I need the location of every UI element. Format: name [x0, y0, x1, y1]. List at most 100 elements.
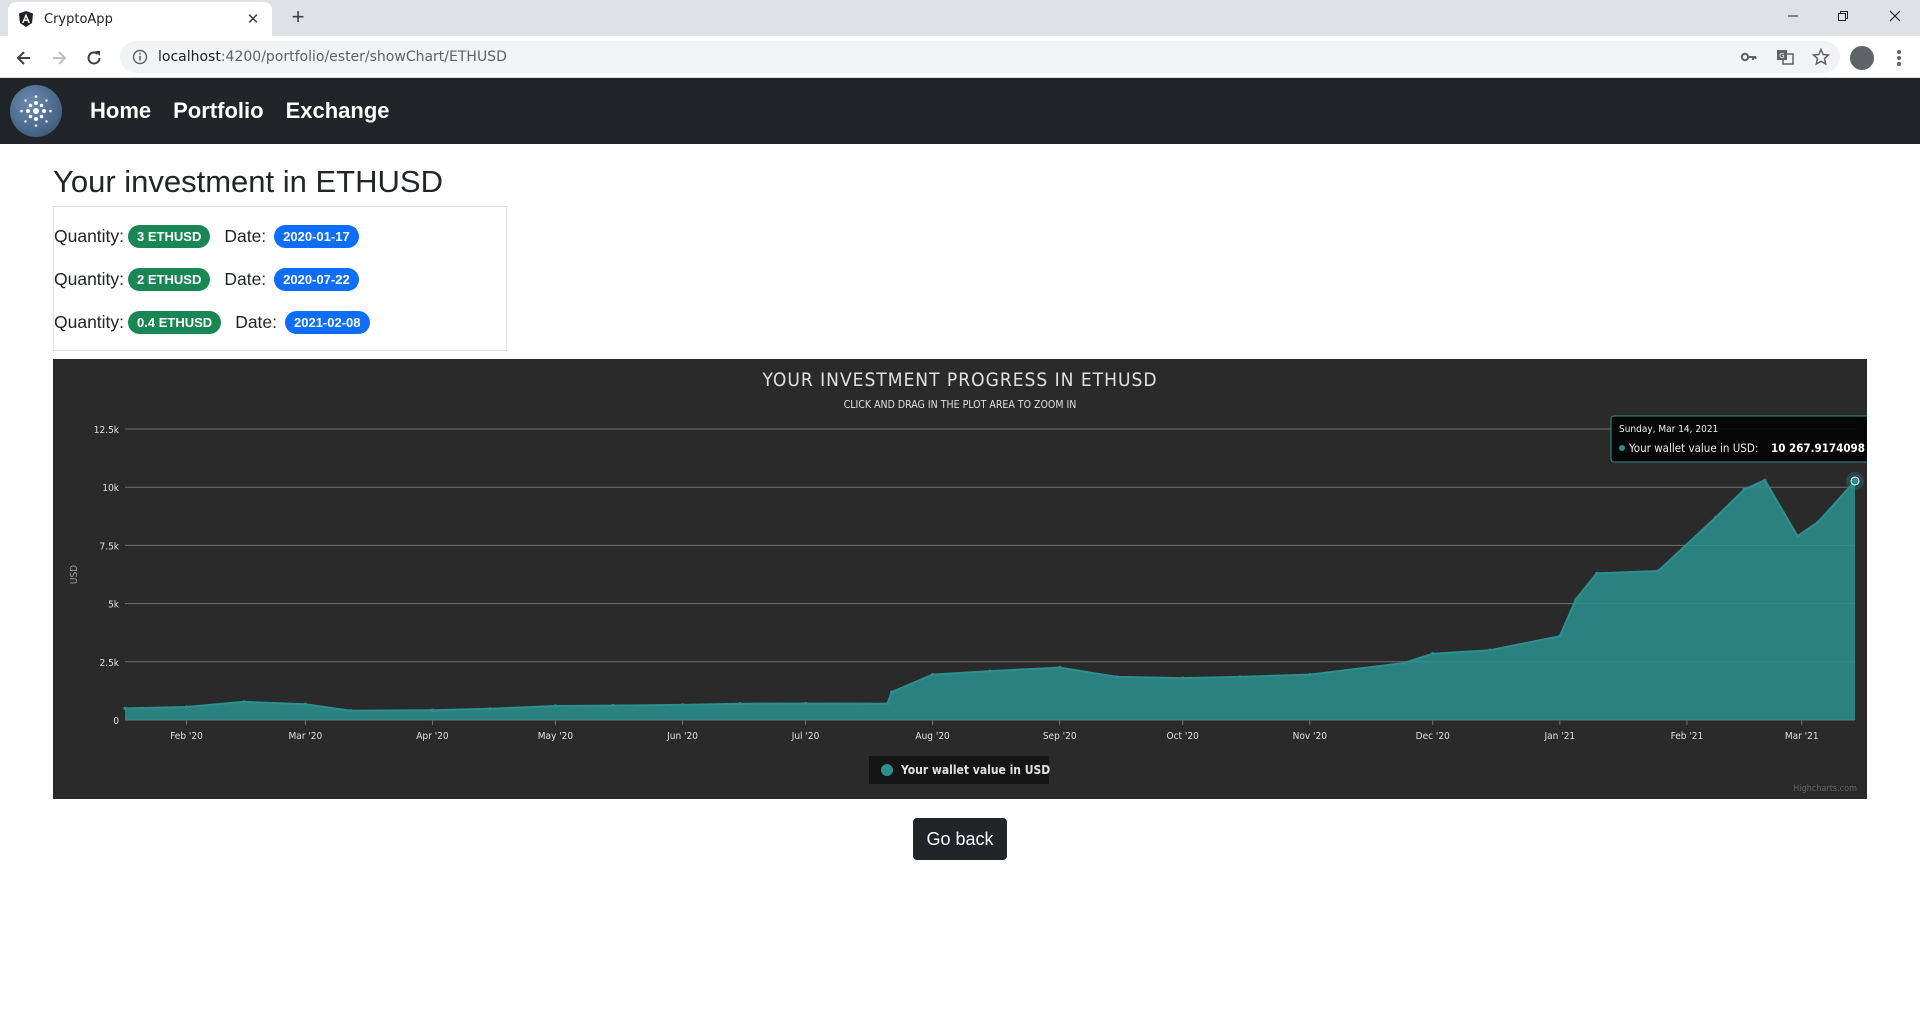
y-tick-label: 10k: [102, 483, 119, 494]
quantity-badge: 3 ETHUSD: [128, 225, 211, 248]
date-badge: 2020-01-17: [274, 225, 359, 248]
profile-avatar-icon[interactable]: [1850, 46, 1874, 70]
info-icon[interactable]: [132, 49, 148, 65]
data-point: [1574, 597, 1578, 601]
close-window-icon[interactable]: [1872, 0, 1918, 32]
svg-text:G: G: [1779, 52, 1784, 60]
x-tick-label: Oct '20: [1167, 731, 1200, 742]
data-point: [1558, 634, 1562, 638]
data-point: [430, 708, 435, 712]
data-point: [242, 700, 246, 704]
quantity-label: Quantity:: [54, 226, 125, 246]
back-icon[interactable]: [10, 44, 38, 72]
browser-toolbar: localhost:4200/portfolio/ester/showChart…: [0, 36, 1920, 78]
data-point: [611, 703, 615, 708]
date-label: Date:: [224, 269, 267, 289]
y-tick-label: 0: [113, 716, 119, 727]
data-point: [1308, 673, 1312, 677]
x-tick-label: Jan '21: [1544, 731, 1576, 742]
bookmark-star-icon[interactable]: [1812, 48, 1830, 66]
main-content: Your investment in ETHUSD Quantity: 3 ET…: [53, 144, 1882, 860]
data-point: [803, 701, 808, 706]
date-badge: 2021-02-08: [285, 311, 370, 334]
browser-tab-strip: CryptoApp ✕ +: [0, 0, 1920, 36]
x-tick-label: Feb '21: [1671, 731, 1704, 742]
x-tick-label: Mar '20: [289, 731, 323, 742]
chart-svg[interactable]: YOUR INVESTMENT PROGRESS IN ETHUSD CLICK …: [53, 359, 1882, 799]
x-tick-label: Jul '20: [791, 731, 820, 742]
minimize-icon[interactable]: [1770, 0, 1816, 32]
data-point: [1763, 478, 1767, 482]
data-point: [738, 702, 742, 706]
chart-title: YOUR INVESTMENT PROGRESS IN ETHUSD: [761, 369, 1157, 391]
data-point: [1181, 676, 1185, 680]
area-series: [125, 480, 1855, 720]
data-point: [303, 702, 307, 706]
investments-list: Quantity: 3 ETHUSD Date: 2020-01-17 Quan…: [53, 206, 507, 351]
angular-logo-icon: [19, 11, 33, 27]
tab-title: CryptoApp: [44, 11, 113, 27]
y-tick-label: 7.5k: [99, 541, 119, 552]
data-point: [1431, 652, 1435, 656]
tooltip-date: Sunday, Mar 14, 2021: [1619, 424, 1718, 435]
translate-icon[interactable]: G: [1776, 48, 1794, 66]
legend-label: Your wallet value in USD: [900, 763, 1050, 777]
data-point: [931, 673, 935, 677]
data-point: [184, 705, 189, 709]
y-tick-label: 12.5k: [94, 425, 120, 436]
legend-marker: [881, 764, 893, 776]
quantity-badge: 0.4 ETHUSD: [128, 311, 222, 334]
crypto-logo-icon[interactable]: [10, 85, 62, 137]
data-point: [1816, 520, 1820, 524]
restore-icon[interactable]: [1820, 0, 1866, 32]
nav-portfolio[interactable]: Portfolio: [173, 98, 263, 124]
x-tick-label: Dec '20: [1416, 731, 1450, 742]
data-point: [885, 702, 890, 706]
x-tick-label: Nov '20: [1293, 731, 1328, 742]
new-tab-icon[interactable]: +: [286, 6, 310, 30]
browser-tab[interactable]: CryptoApp ✕: [8, 2, 272, 36]
date-label: Date:: [224, 226, 267, 246]
tooltip-value: 10 267.9174098 $: [1771, 441, 1867, 455]
x-tick-label: Aug '20: [915, 731, 950, 742]
date-label: Date:: [235, 312, 278, 332]
go-back-button[interactable]: Go back: [913, 818, 1007, 860]
data-point: [1742, 487, 1746, 492]
quantity-badge: 2 ETHUSD: [128, 268, 211, 291]
chart-credits: Highcharts.com: [1793, 784, 1857, 794]
investment-row: Quantity: 2 ETHUSD Date: 2020-07-22: [54, 258, 506, 301]
investment-row: Quantity: 3 ETHUSD Date: 2020-01-17: [54, 215, 506, 258]
data-point: [680, 703, 685, 707]
address-bar[interactable]: localhost:4200/portfolio/ester/showChart…: [120, 41, 1840, 73]
x-tick-label: Mar '21: [1785, 731, 1819, 742]
date-badge: 2020-07-22: [274, 268, 359, 291]
x-tick-label: Feb '20: [170, 731, 203, 742]
y-axis-title: USD: [69, 565, 80, 584]
tooltip-marker: [1619, 445, 1625, 451]
x-tick-label: May '20: [538, 731, 574, 742]
y-tick-label: 2.5k: [99, 658, 119, 669]
forward-icon[interactable]: [45, 44, 73, 72]
data-point: [890, 690, 894, 694]
reload-icon[interactable]: [80, 44, 108, 72]
browser-menu-icon[interactable]: [1896, 46, 1902, 70]
tab-close-icon[interactable]: ✕: [244, 10, 262, 28]
chart-subtitle: CLICK AND DRAG IN THE PLOT AREA TO ZOOM …: [844, 399, 1077, 411]
tooltip-box: [1610, 415, 1882, 463]
data-point: [553, 704, 558, 708]
data-point: [1402, 661, 1406, 665]
investment-row: Quantity: 0.4 ETHUSD Date: 2021-02-08: [54, 301, 506, 344]
nav-home[interactable]: Home: [90, 98, 151, 124]
url-text: localhost:4200/portfolio/ester/showChart…: [158, 49, 507, 65]
data-point: [1595, 571, 1599, 575]
app-navbar: Home Portfolio Exchange: [0, 78, 1920, 144]
page-title: Your investment in ETHUSD: [53, 164, 443, 199]
x-tick-label: Apr '20: [416, 731, 449, 742]
investment-chart[interactable]: YOUR INVESTMENT PROGRESS IN ETHUSD CLICK …: [53, 359, 1882, 799]
hover-point: [1850, 476, 1860, 486]
tooltip-label: Your wallet value in USD:: [1628, 441, 1758, 455]
nav-exchange[interactable]: Exchange: [286, 98, 390, 124]
x-tick-label: Jun '20: [666, 731, 698, 742]
key-icon[interactable]: [1740, 48, 1758, 66]
data-point: [1488, 648, 1492, 652]
